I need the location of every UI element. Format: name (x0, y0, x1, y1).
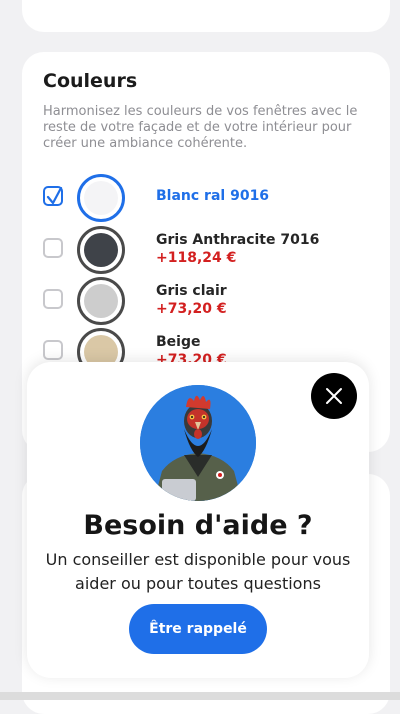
checkbox[interactable] (43, 289, 63, 309)
help-description: Un conseiller est disponible pour vous a… (45, 550, 351, 593)
color-swatch-ring[interactable] (77, 174, 125, 222)
color-swatch (84, 284, 118, 318)
close-button[interactable] (311, 373, 357, 419)
checkbox[interactable] (43, 238, 63, 258)
color-option-name: Gris Anthracite 7016 (156, 232, 320, 248)
color-option-name: Gris clair (156, 283, 227, 299)
color-swatch-ring[interactable] (77, 226, 125, 274)
color-option-name: Blanc ral 9016 (156, 188, 270, 204)
callback-button[interactable]: Être rappelé (129, 604, 267, 654)
checkbox-checked[interactable] (43, 186, 63, 206)
color-option-price: +73,20 € (156, 301, 227, 317)
advisor-avatar (140, 385, 256, 501)
color-option-blanc[interactable]: Blanc ral 9016 (43, 174, 373, 222)
help-popup: Besoin d'aide ? Un conseiller est dispon… (27, 362, 369, 678)
color-swatch-ring[interactable] (77, 277, 125, 325)
close-icon (326, 388, 342, 404)
checkbox[interactable] (43, 340, 63, 360)
color-option-price: +118,24 € (156, 250, 237, 266)
color-option-gris-clair[interactable]: Gris clair +73,20 € (43, 277, 373, 325)
section-title: Couleurs (43, 70, 138, 92)
section-description: Harmonisez les couleurs de vos fenêtres … (43, 104, 358, 151)
rooster-advisor-illustration (140, 385, 256, 501)
color-option-gris-anthracite[interactable]: Gris Anthracite 7016 +118,24 € (43, 226, 373, 274)
color-swatch (84, 181, 118, 215)
color-swatch (84, 233, 118, 267)
previous-section-card (22, 0, 390, 32)
checkmark-icon (46, 187, 63, 205)
help-title: Besoin d'aide ? (83, 510, 313, 541)
bottom-bar (0, 692, 400, 700)
color-option-name: Beige (156, 334, 201, 350)
